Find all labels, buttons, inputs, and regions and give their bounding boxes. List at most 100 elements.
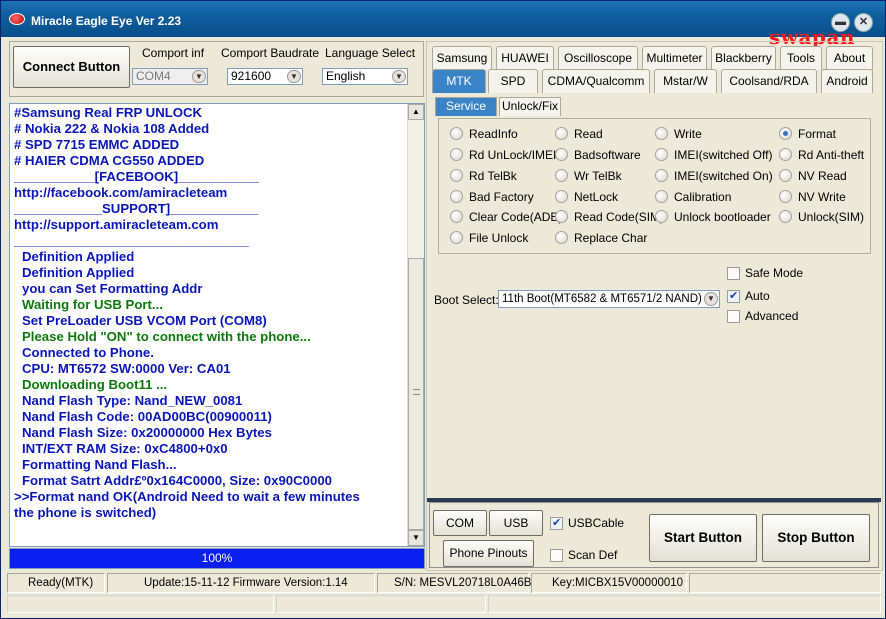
option-radio[interactable]: NetLock: [555, 190, 618, 206]
log-scrollbar[interactable]: ▲ ▼: [407, 104, 424, 546]
safe-mode-checkbox[interactable]: Safe Mode: [727, 267, 803, 280]
status2-cell: [276, 595, 486, 613]
radio-dot-icon[interactable]: [655, 127, 668, 140]
option-radio[interactable]: Read Code(SIM): [555, 210, 664, 226]
option-label: Unlock(SIM): [798, 210, 865, 224]
tab-mtk[interactable]: MTK: [432, 69, 486, 93]
option-radio[interactable]: Clear Code(ADB): [450, 210, 562, 226]
option-radio[interactable]: Rd TelBk: [450, 169, 517, 185]
log-line: Connected to Phone.: [22, 345, 154, 360]
radio-dot-icon[interactable]: [655, 190, 668, 203]
radio-dot-icon[interactable]: [555, 210, 568, 223]
chevron-down-icon[interactable]: ▼: [192, 70, 206, 83]
tab-mstar[interactable]: Mstar/W: [654, 69, 717, 93]
stop-button[interactable]: Stop Button: [762, 514, 870, 562]
tab-spd[interactable]: SPD: [488, 69, 538, 93]
boot-select[interactable]: 11th Boot(MT6582 & MT6571/2 NAND) ▼: [498, 290, 720, 308]
option-label: Badsoftware: [574, 148, 641, 162]
radio-dot-icon[interactable]: [779, 190, 792, 203]
baudrate-value: 921600: [231, 69, 272, 83]
radio-dot-icon[interactable]: [655, 210, 668, 223]
option-radio[interactable]: Wr TelBk: [555, 169, 622, 185]
radio-dot-icon[interactable]: [555, 127, 568, 140]
checkbox-box[interactable]: [727, 290, 740, 303]
tab-blackberry[interactable]: Blackberry: [711, 46, 776, 70]
checkbox-box[interactable]: [550, 517, 563, 530]
option-radio[interactable]: NV Read: [779, 169, 847, 185]
advanced-checkbox[interactable]: Advanced: [727, 310, 798, 323]
tab-about[interactable]: About: [826, 46, 873, 70]
option-radio[interactable]: Replace Char: [555, 231, 647, 247]
tab-huawei[interactable]: HUAWEI: [496, 46, 554, 70]
scan-def-checkbox[interactable]: Scan Def: [550, 549, 617, 562]
connection-panel: Connect Button Comport inf COM4 ▼ Compor…: [9, 41, 424, 97]
radio-dot-icon[interactable]: [779, 127, 792, 140]
radio-dot-icon[interactable]: [555, 169, 568, 182]
radio-dot-icon[interactable]: [555, 231, 568, 244]
radio-dot-icon[interactable]: [450, 190, 463, 203]
option-radio[interactable]: File Unlock: [450, 231, 528, 247]
option-radio[interactable]: Write: [655, 127, 702, 143]
comport-select[interactable]: COM4 ▼: [132, 68, 208, 85]
radio-dot-icon[interactable]: [779, 148, 792, 161]
option-radio[interactable]: NV Write: [779, 190, 846, 206]
subtab-unlock-fix[interactable]: Unlock/Fix: [499, 97, 561, 116]
radio-dot-icon[interactable]: [450, 169, 463, 182]
com-scan-button[interactable]: COM Scan: [433, 510, 487, 554]
radio-dot-icon[interactable]: [555, 190, 568, 203]
tab-cdma-qualcomm[interactable]: CDMA/Qualcomm: [542, 69, 650, 93]
phone-pinouts-button[interactable]: Phone Pinouts: [443, 540, 534, 567]
scroll-down-icon[interactable]: ▼: [408, 530, 424, 546]
option-radio[interactable]: Unlock(SIM): [779, 210, 864, 226]
auto-label: Auto: [745, 289, 770, 303]
language-select[interactable]: English ▼: [322, 68, 408, 85]
radio-dot-icon[interactable]: [450, 210, 463, 223]
radio-dot-icon[interactable]: [450, 127, 463, 140]
option-radio[interactable]: Read: [555, 127, 603, 143]
tab-tools[interactable]: Tools: [780, 46, 822, 70]
option-radio[interactable]: Badsoftware: [555, 148, 641, 164]
option-radio[interactable]: Bad Factory: [450, 190, 534, 206]
usbcable-checkbox[interactable]: USBCable: [550, 517, 624, 530]
chevron-down-icon[interactable]: ▼: [704, 292, 718, 306]
start-button[interactable]: Start Button: [649, 514, 757, 562]
option-radio[interactable]: Calibration: [655, 190, 731, 206]
option-radio[interactable]: Unlock bootloader: [655, 210, 771, 226]
option-radio[interactable]: Rd Anti-theft: [779, 148, 864, 164]
radio-dot-icon[interactable]: [779, 169, 792, 182]
tab-android[interactable]: Android: [821, 69, 873, 93]
option-radio[interactable]: Format: [779, 127, 836, 143]
checkbox-box[interactable]: [727, 310, 740, 323]
checkbox-box[interactable]: [550, 549, 563, 562]
chevron-down-icon[interactable]: ▼: [287, 70, 301, 83]
tab-coolsand-rda[interactable]: Coolsand/RDA: [721, 69, 817, 93]
close-button[interactable]: ✕: [854, 13, 873, 32]
option-radio[interactable]: ReadInfo: [450, 127, 518, 143]
usb-scan-button[interactable]: USB Scan: [489, 510, 543, 554]
radio-dot-icon[interactable]: [655, 169, 668, 182]
tab-multimeter[interactable]: Multimeter: [642, 46, 707, 70]
window-title: Miracle Eagle Eye Ver 2.23: [31, 14, 182, 28]
radio-dot-icon[interactable]: [779, 210, 792, 223]
tab-samsung[interactable]: Samsung: [432, 46, 492, 70]
status-state: Ready(MTK): [7, 573, 105, 593]
option-radio[interactable]: Rd UnLock/IMEI: [450, 148, 556, 164]
radio-dot-icon[interactable]: [555, 148, 568, 161]
radio-dot-icon[interactable]: [655, 148, 668, 161]
radio-dot-icon[interactable]: [450, 231, 463, 244]
scroll-up-icon[interactable]: ▲: [408, 104, 424, 120]
title-bar[interactable]: Miracle Eagle Eye Ver 2.23 ▬ ✕: [1, 1, 885, 37]
tab-oscilloscope[interactable]: Oscilloscope: [558, 46, 638, 70]
option-radio[interactable]: IMEI(switched On): [655, 169, 773, 185]
option-radio[interactable]: IMEI(switched Off): [655, 148, 772, 164]
auto-checkbox[interactable]: Auto: [727, 290, 770, 303]
chevron-down-icon[interactable]: ▼: [392, 70, 406, 83]
scroll-thumb[interactable]: [408, 258, 424, 530]
subtab-service[interactable]: Service: [435, 97, 497, 116]
log-line: # SPD 7715 EMMC ADDED: [14, 137, 180, 152]
checkbox-box[interactable]: [727, 267, 740, 280]
radio-dot-icon[interactable]: [450, 148, 463, 161]
connect-button[interactable]: Connect Button: [13, 46, 130, 88]
baudrate-select[interactable]: 921600 ▼: [227, 68, 303, 85]
log-panel[interactable]: #Samsung Real FRP UNLOCK # Nokia 222 & No…: [9, 103, 425, 547]
